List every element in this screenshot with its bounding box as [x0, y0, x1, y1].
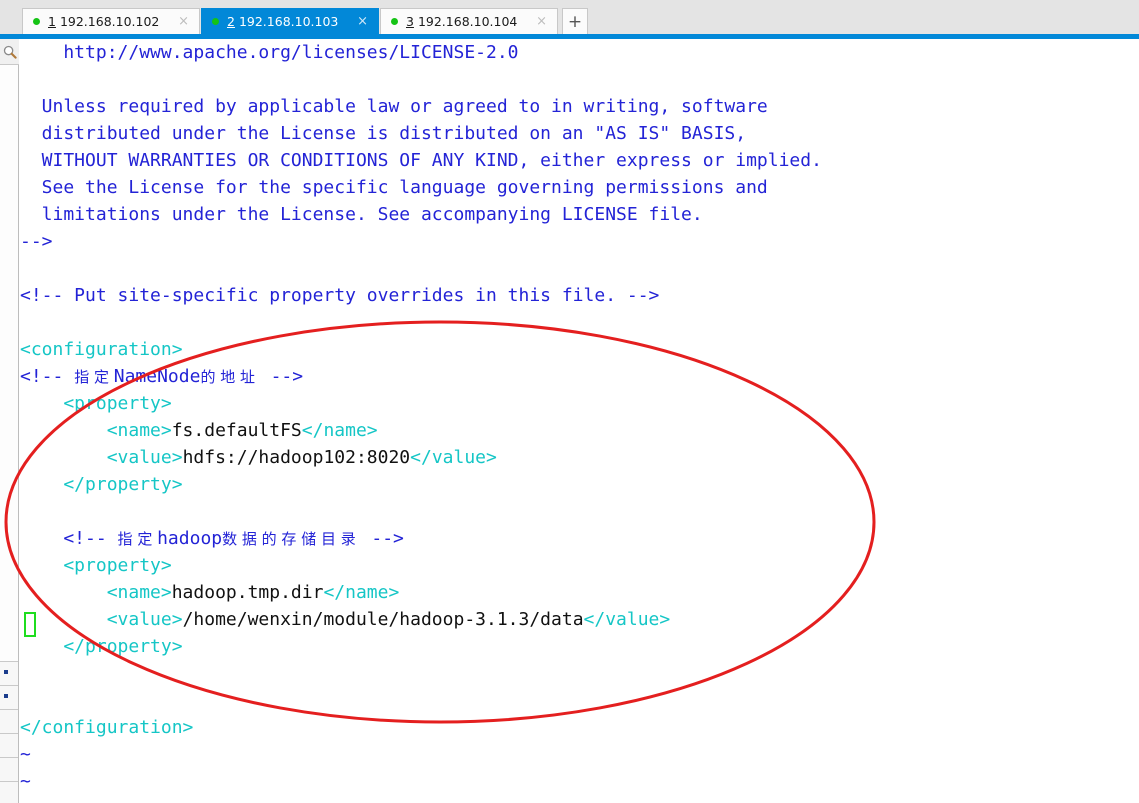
close-icon[interactable]: × — [164, 15, 195, 28]
terminal-token: </property> — [20, 636, 183, 657]
text-cursor — [24, 612, 36, 637]
sidebar-row-list — [0, 662, 18, 803]
tab-index-label: 2 — [227, 14, 235, 29]
terminal-token: WITHOUT WARRANTIES OR CONDITIONS OF ANY … — [20, 150, 822, 171]
connection-status-dot — [212, 18, 219, 25]
terminal-line: <name>fs.defaultFS</name> — [20, 417, 1139, 444]
sidebar-row[interactable] — [0, 782, 18, 803]
tab-192.168.10.104[interactable]: 3 192.168.10.104 × — [380, 8, 558, 34]
terminal-token: <property> — [20, 555, 172, 576]
sidebar-row[interactable] — [0, 710, 18, 734]
tab-host-label: 192.168.10.103 — [238, 14, 339, 29]
terminal-token: 数 据 的 存 储 目 录 — [222, 530, 361, 548]
terminal-token: <!-- Put site-specific property override… — [20, 285, 660, 306]
terminal-token: NameNode — [113, 366, 201, 387]
terminal-token: distributed under the License is distrib… — [20, 123, 747, 144]
terminal-token: Unless required by applicable law or agr… — [20, 96, 768, 117]
terminal-line: ~ — [20, 741, 1139, 768]
window-chrome-strip — [0, 0, 1139, 8]
terminal-token: --> — [360, 528, 404, 549]
terminal-line: See the License for the specific languag… — [20, 174, 1139, 201]
terminal-token: ~ — [20, 771, 31, 792]
tab-index-label: 1 — [48, 14, 56, 29]
terminal-token: /home/wenxin/module/hadoop-3.1.3/data — [182, 609, 584, 630]
terminal-token: <property> — [20, 393, 172, 414]
close-icon[interactable]: × — [522, 15, 553, 28]
terminal-line: <!-- 指 定 hadoop数 据 的 存 储 目 录 --> — [20, 525, 1139, 552]
terminal-line: --> — [20, 228, 1139, 255]
terminal-line: WITHOUT WARRANTIES OR CONDITIONS OF ANY … — [20, 147, 1139, 174]
terminal-line: <value>hdfs://hadoop102:8020</value> — [20, 444, 1139, 471]
terminal-token: hadoop.tmp.dir — [171, 582, 324, 603]
terminal-token: <!-- — [20, 528, 118, 549]
terminal-token: limitations under the License. See accom… — [20, 204, 703, 225]
terminal-token: http://www.apache.org/licenses/LICENSE-2… — [20, 42, 519, 63]
new-tab-button[interactable]: + — [562, 8, 588, 34]
tab-host-label: 192.168.10.104 — [417, 14, 518, 29]
terminal-token: </value> — [410, 447, 497, 468]
terminal-token: </configuration> — [20, 717, 194, 738]
tab-host-label: 192.168.10.102 — [59, 14, 160, 29]
terminal-token: <value> — [20, 609, 183, 630]
terminal-token: --> — [20, 231, 53, 252]
terminal-token: See the License for the specific languag… — [20, 177, 768, 198]
terminal-line: <property> — [20, 390, 1139, 417]
terminal-token: fs.defaultFS — [171, 420, 302, 441]
terminal-token: </property> — [20, 474, 183, 495]
left-sidebar — [0, 39, 19, 803]
terminal-line: </property> — [20, 471, 1139, 498]
terminal-token: </name> — [301, 420, 378, 441]
terminal-line: <value>/home/wenxin/module/hadoop-3.1.3/… — [20, 606, 1139, 633]
terminal-line: <name>hadoop.tmp.dir</name> — [20, 579, 1139, 606]
terminal-line: http://www.apache.org/licenses/LICENSE-2… — [20, 39, 1139, 66]
terminal-token: 指 定 — [117, 530, 158, 548]
terminal-token: 的 地 址 — [200, 368, 260, 386]
terminal-token: hadoop — [157, 528, 223, 549]
terminal-window: 1 192.168.10.102 × 2 192.168.10.103 × 3 192.168… — [0, 0, 1139, 803]
terminal-line: limitations under the License. See accom… — [20, 201, 1139, 228]
terminal-line: <!-- Put site-specific property override… — [20, 282, 1139, 309]
terminal-line: <!-- 指 定 NameNode的 地 址 --> — [20, 363, 1139, 390]
terminal-text-area[interactable]: http://www.apache.org/licenses/LICENSE-2… — [20, 39, 1139, 803]
terminal-token: <configuration> — [20, 339, 183, 360]
tab-192.168.10.103[interactable]: 2 192.168.10.103 × — [201, 8, 379, 34]
search-icon[interactable] — [0, 39, 19, 65]
terminal-token: ~ — [20, 744, 31, 765]
terminal-line: ~ — [20, 768, 1139, 795]
terminal-line: <configuration> — [20, 336, 1139, 363]
terminal-token: </name> — [323, 582, 400, 603]
terminal-token: <value> — [20, 447, 183, 468]
tab-192.168.10.102[interactable]: 1 192.168.10.102 × — [22, 8, 200, 34]
sidebar-row[interactable] — [0, 758, 18, 782]
sidebar-body — [0, 65, 18, 661]
sidebar-row[interactable] — [0, 686, 18, 710]
terminal-token: --> — [259, 366, 304, 387]
terminal-token: <name> — [20, 420, 172, 441]
tab-index-label: 3 — [406, 14, 414, 29]
terminal-line: </property> — [20, 633, 1139, 660]
close-icon[interactable]: × — [343, 15, 374, 28]
terminal-token: 指 定 — [74, 368, 114, 386]
terminal-line: Unless required by applicable law or agr… — [20, 93, 1139, 120]
terminal-line: <property> — [20, 552, 1139, 579]
sidebar-row-marker-icon — [4, 670, 8, 674]
connection-status-dot — [391, 18, 398, 25]
sidebar-row[interactable] — [0, 734, 18, 758]
terminal-token: </value> — [583, 609, 671, 630]
terminal-token: <!-- — [20, 366, 75, 387]
terminal-line: </configuration> — [20, 714, 1139, 741]
connection-status-dot — [33, 18, 40, 25]
sidebar-row-marker-icon — [4, 694, 8, 698]
terminal-token: <name> — [20, 582, 172, 603]
sidebar-row[interactable] — [0, 662, 18, 686]
terminal-token: hdfs://hadoop102:8020 — [182, 447, 411, 468]
tab-bar: 1 192.168.10.102 × 2 192.168.10.103 × 3 192.168… — [0, 8, 1139, 34]
terminal-line: distributed under the License is distrib… — [20, 120, 1139, 147]
